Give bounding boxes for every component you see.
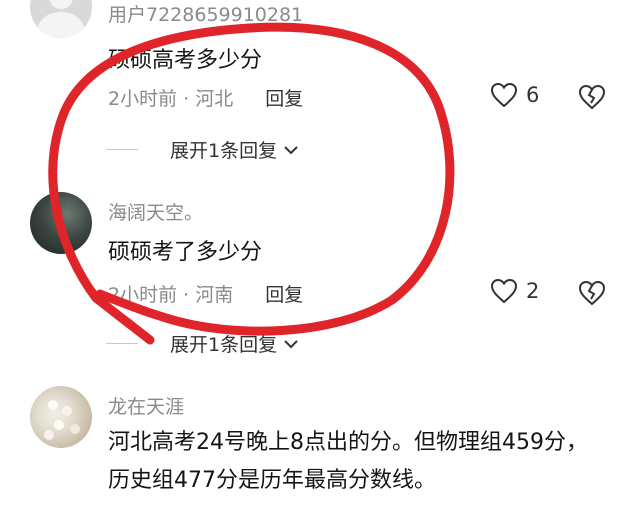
like-count: 2 (526, 279, 540, 303)
like-count: 6 (526, 83, 540, 107)
comment-text: 硕硕考了多少分 (108, 240, 263, 265)
broken-heart-icon (578, 280, 606, 306)
comment-username[interactable]: 用户7228659910281 (108, 0, 303, 27)
like-button[interactable]: 6 (490, 82, 539, 108)
heart-outline-icon (490, 278, 518, 304)
comment-item: 龙在天涯 河北高考24号晚上8点出的分。但物理组459分，历史组477分是历年最… (0, 386, 640, 507)
avatar[interactable] (30, 0, 92, 38)
expand-replies-label: 展开1条回复 (170, 334, 278, 356)
expand-replies-label: 展开1条回复 (170, 140, 278, 162)
chevron-down-icon (283, 338, 299, 350)
comment-text: 硕硕高考多少分 (108, 48, 263, 73)
comment-text: 河北高考24号晚上8点出的分。但物理组459分，历史组477分是历年最高分数线。 (108, 430, 588, 493)
divider (106, 149, 138, 150)
reply-button[interactable]: 回复 (265, 284, 303, 306)
comment-meta: 2小时前 · 河南 回复 (108, 280, 303, 307)
expand-replies-button[interactable]: 展开1条回复 (106, 330, 299, 357)
broken-heart-icon (578, 84, 606, 110)
like-button[interactable]: 2 (490, 278, 539, 304)
comment-username[interactable]: 龙在天涯 (108, 392, 184, 419)
dislike-button[interactable] (578, 84, 606, 114)
chevron-down-icon (283, 144, 299, 156)
reply-button[interactable]: 回复 (265, 88, 303, 110)
avatar[interactable] (30, 386, 92, 448)
comment-item: 海阔天空。 硕硕考了多少分 2小时前 · 河南 回复 2 展开1条回复 (0, 192, 640, 362)
comment-meta: 2小时前 · 河北 回复 (108, 84, 303, 111)
comment-username[interactable]: 海阔天空。 (108, 198, 203, 225)
comment-item: 用户7228659910281 硕硕高考多少分 2小时前 · 河北 回复 6 展… (0, 0, 640, 170)
divider (106, 343, 138, 344)
comment-time-location: 2小时前 · 河南 (108, 284, 234, 306)
heart-outline-icon (490, 82, 518, 108)
dislike-button[interactable] (578, 280, 606, 310)
avatar[interactable] (30, 192, 92, 254)
expand-replies-button[interactable]: 展开1条回复 (106, 136, 299, 163)
comment-time-location: 2小时前 · 河北 (108, 88, 234, 110)
